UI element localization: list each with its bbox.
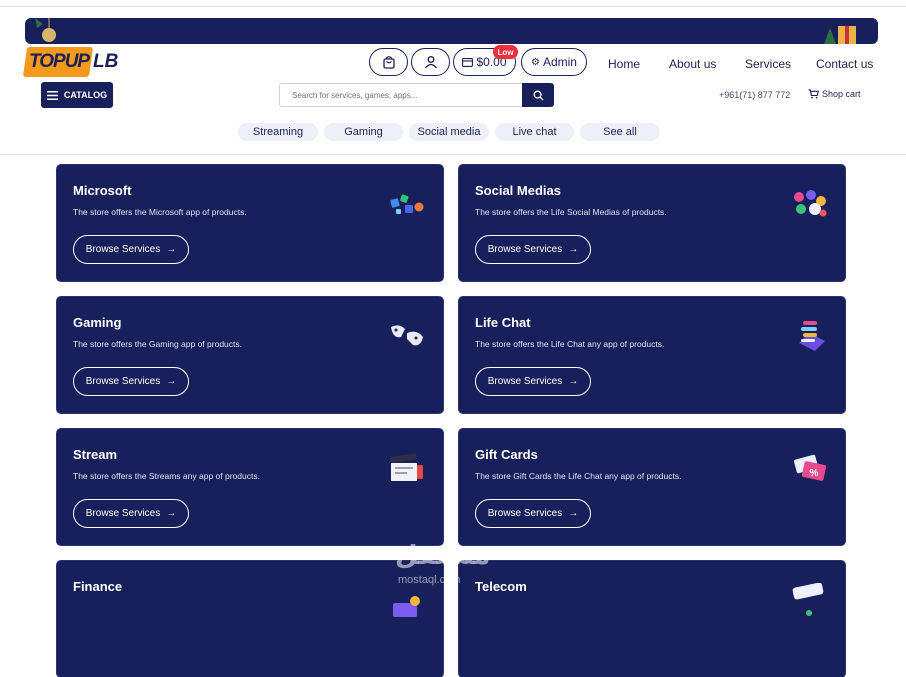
card-title: Gaming bbox=[73, 315, 122, 330]
gamepad-icon bbox=[391, 325, 423, 346]
gift-box-icon bbox=[824, 26, 856, 44]
account-button[interactable] bbox=[411, 48, 450, 76]
arrow-right-icon: → bbox=[166, 508, 177, 519]
gift-card-icon: % bbox=[794, 454, 827, 481]
logo-text-topup: TOPUP bbox=[29, 51, 90, 72]
site-logo[interactable]: TOPUP LB bbox=[22, 47, 119, 77]
logo-text-lb: LB bbox=[93, 51, 119, 72]
search-icon bbox=[533, 90, 543, 100]
browse-services-button[interactable]: Browse Services → bbox=[475, 367, 591, 396]
category-card-life-chat: Life Chat The store offers the Life Chat… bbox=[459, 297, 845, 413]
search-button[interactable] bbox=[522, 83, 554, 107]
orders-button[interactable] bbox=[369, 48, 408, 76]
social-media-icon bbox=[794, 190, 827, 217]
category-card-finance: Finance bbox=[57, 561, 443, 677]
browse-label: Browse Services bbox=[487, 508, 563, 519]
shop-cart-label: Shop cart bbox=[822, 89, 861, 99]
chat-phone-icon bbox=[799, 321, 825, 351]
cart-icon bbox=[808, 89, 819, 99]
browse-services-button[interactable]: Browse Services → bbox=[73, 499, 189, 528]
admin-button[interactable]: ⚙ Admin bbox=[521, 48, 587, 76]
wallet-icon bbox=[462, 57, 474, 67]
pill-streaming[interactable]: Streaming bbox=[238, 123, 318, 141]
telecom-icon bbox=[792, 583, 824, 616]
arrow-right-icon: → bbox=[166, 376, 177, 387]
category-card-gaming: Gaming The store offers the Gaming app o… bbox=[57, 297, 443, 413]
arrow-right-icon: → bbox=[166, 244, 177, 255]
card-title: Telecom bbox=[475, 579, 527, 594]
shopping-bag-icon bbox=[382, 56, 395, 69]
card-title: Life Chat bbox=[475, 315, 531, 330]
pill-see-all[interactable]: See all bbox=[580, 123, 660, 141]
finance-icon bbox=[393, 596, 420, 617]
arrow-right-icon: → bbox=[568, 508, 579, 519]
card-description: The store offers the Gaming app of produ… bbox=[73, 339, 242, 349]
category-card-microsoft: Microsoft The store offers the Microsoft… bbox=[57, 165, 443, 281]
menu-icon bbox=[46, 90, 58, 100]
card-description: The store offers the Life Chat any app o… bbox=[475, 339, 665, 349]
arrow-right-icon: → bbox=[568, 244, 579, 255]
shop-cart-link[interactable]: Shop cart bbox=[808, 89, 861, 99]
browse-label: Browse Services bbox=[85, 244, 161, 255]
card-title: Finance bbox=[73, 579, 123, 594]
card-title: Social Medias bbox=[475, 183, 561, 198]
microsoft-products-icon bbox=[390, 194, 424, 214]
wallet-low-badge: Low bbox=[493, 45, 518, 59]
card-title: Gift Cards bbox=[475, 447, 538, 462]
card-title: Stream bbox=[73, 447, 118, 462]
svg-text:%: % bbox=[810, 468, 819, 479]
nav-services[interactable]: Services bbox=[745, 57, 791, 71]
card-description: The store offers the Life Social Medias … bbox=[475, 207, 667, 217]
pill-live-chat[interactable]: Live chat bbox=[495, 123, 574, 141]
category-card-stream: Stream The store offers the Streams any … bbox=[57, 429, 443, 545]
admin-label: Admin bbox=[542, 55, 577, 69]
card-description: The store Gift Cards the Life Chat any a… bbox=[475, 471, 682, 481]
phone-number: +961(71) 877 772 bbox=[719, 90, 791, 100]
christmas-ornament-icon bbox=[35, 18, 56, 42]
search-input[interactable] bbox=[279, 83, 525, 107]
card-title: Microsoft bbox=[73, 183, 132, 198]
browse-label: Browse Services bbox=[487, 376, 563, 387]
category-card-telecom: Telecom bbox=[459, 561, 845, 677]
user-icon bbox=[424, 56, 437, 69]
watermark-text: مستقل bbox=[395, 540, 491, 570]
card-description: The store offers the Streams any app of … bbox=[73, 471, 260, 481]
browse-label: Browse Services bbox=[85, 508, 161, 519]
browse-services-button[interactable]: Browse Services → bbox=[475, 235, 591, 264]
gear-icon: ⚙ bbox=[531, 56, 540, 68]
browse-services-button[interactable]: Browse Services → bbox=[73, 235, 189, 264]
pill-social-media[interactable]: Social media bbox=[409, 123, 489, 141]
card-description: The store offers the Microsoft app of pr… bbox=[73, 207, 247, 217]
browse-services-button[interactable]: Browse Services → bbox=[475, 499, 591, 528]
nav-home[interactable]: Home bbox=[608, 57, 640, 71]
nav-about-us[interactable]: About us bbox=[669, 57, 716, 71]
category-card-social-medias: Social Medias The store offers the Life … bbox=[459, 165, 845, 281]
nav-contact-us[interactable]: Contact us bbox=[816, 57, 873, 71]
browse-services-button[interactable]: Browse Services → bbox=[73, 367, 189, 396]
category-card-gift-cards: Gift Cards The store Gift Cards the Life… bbox=[459, 429, 845, 545]
catalog-label: CATALOG bbox=[63, 90, 108, 100]
browse-label: Browse Services bbox=[85, 376, 161, 387]
promo-banner bbox=[25, 18, 878, 44]
clapperboard-icon bbox=[390, 453, 423, 481]
browse-label: Browse Services bbox=[487, 244, 563, 255]
top-divider bbox=[0, 6, 906, 7]
pill-gaming[interactable]: Gaming bbox=[324, 123, 403, 141]
catalog-button[interactable]: CATALOG bbox=[41, 82, 113, 108]
header-divider bbox=[0, 154, 906, 155]
watermark-url: mostaql.com bbox=[398, 574, 461, 586]
arrow-right-icon: → bbox=[568, 376, 579, 387]
